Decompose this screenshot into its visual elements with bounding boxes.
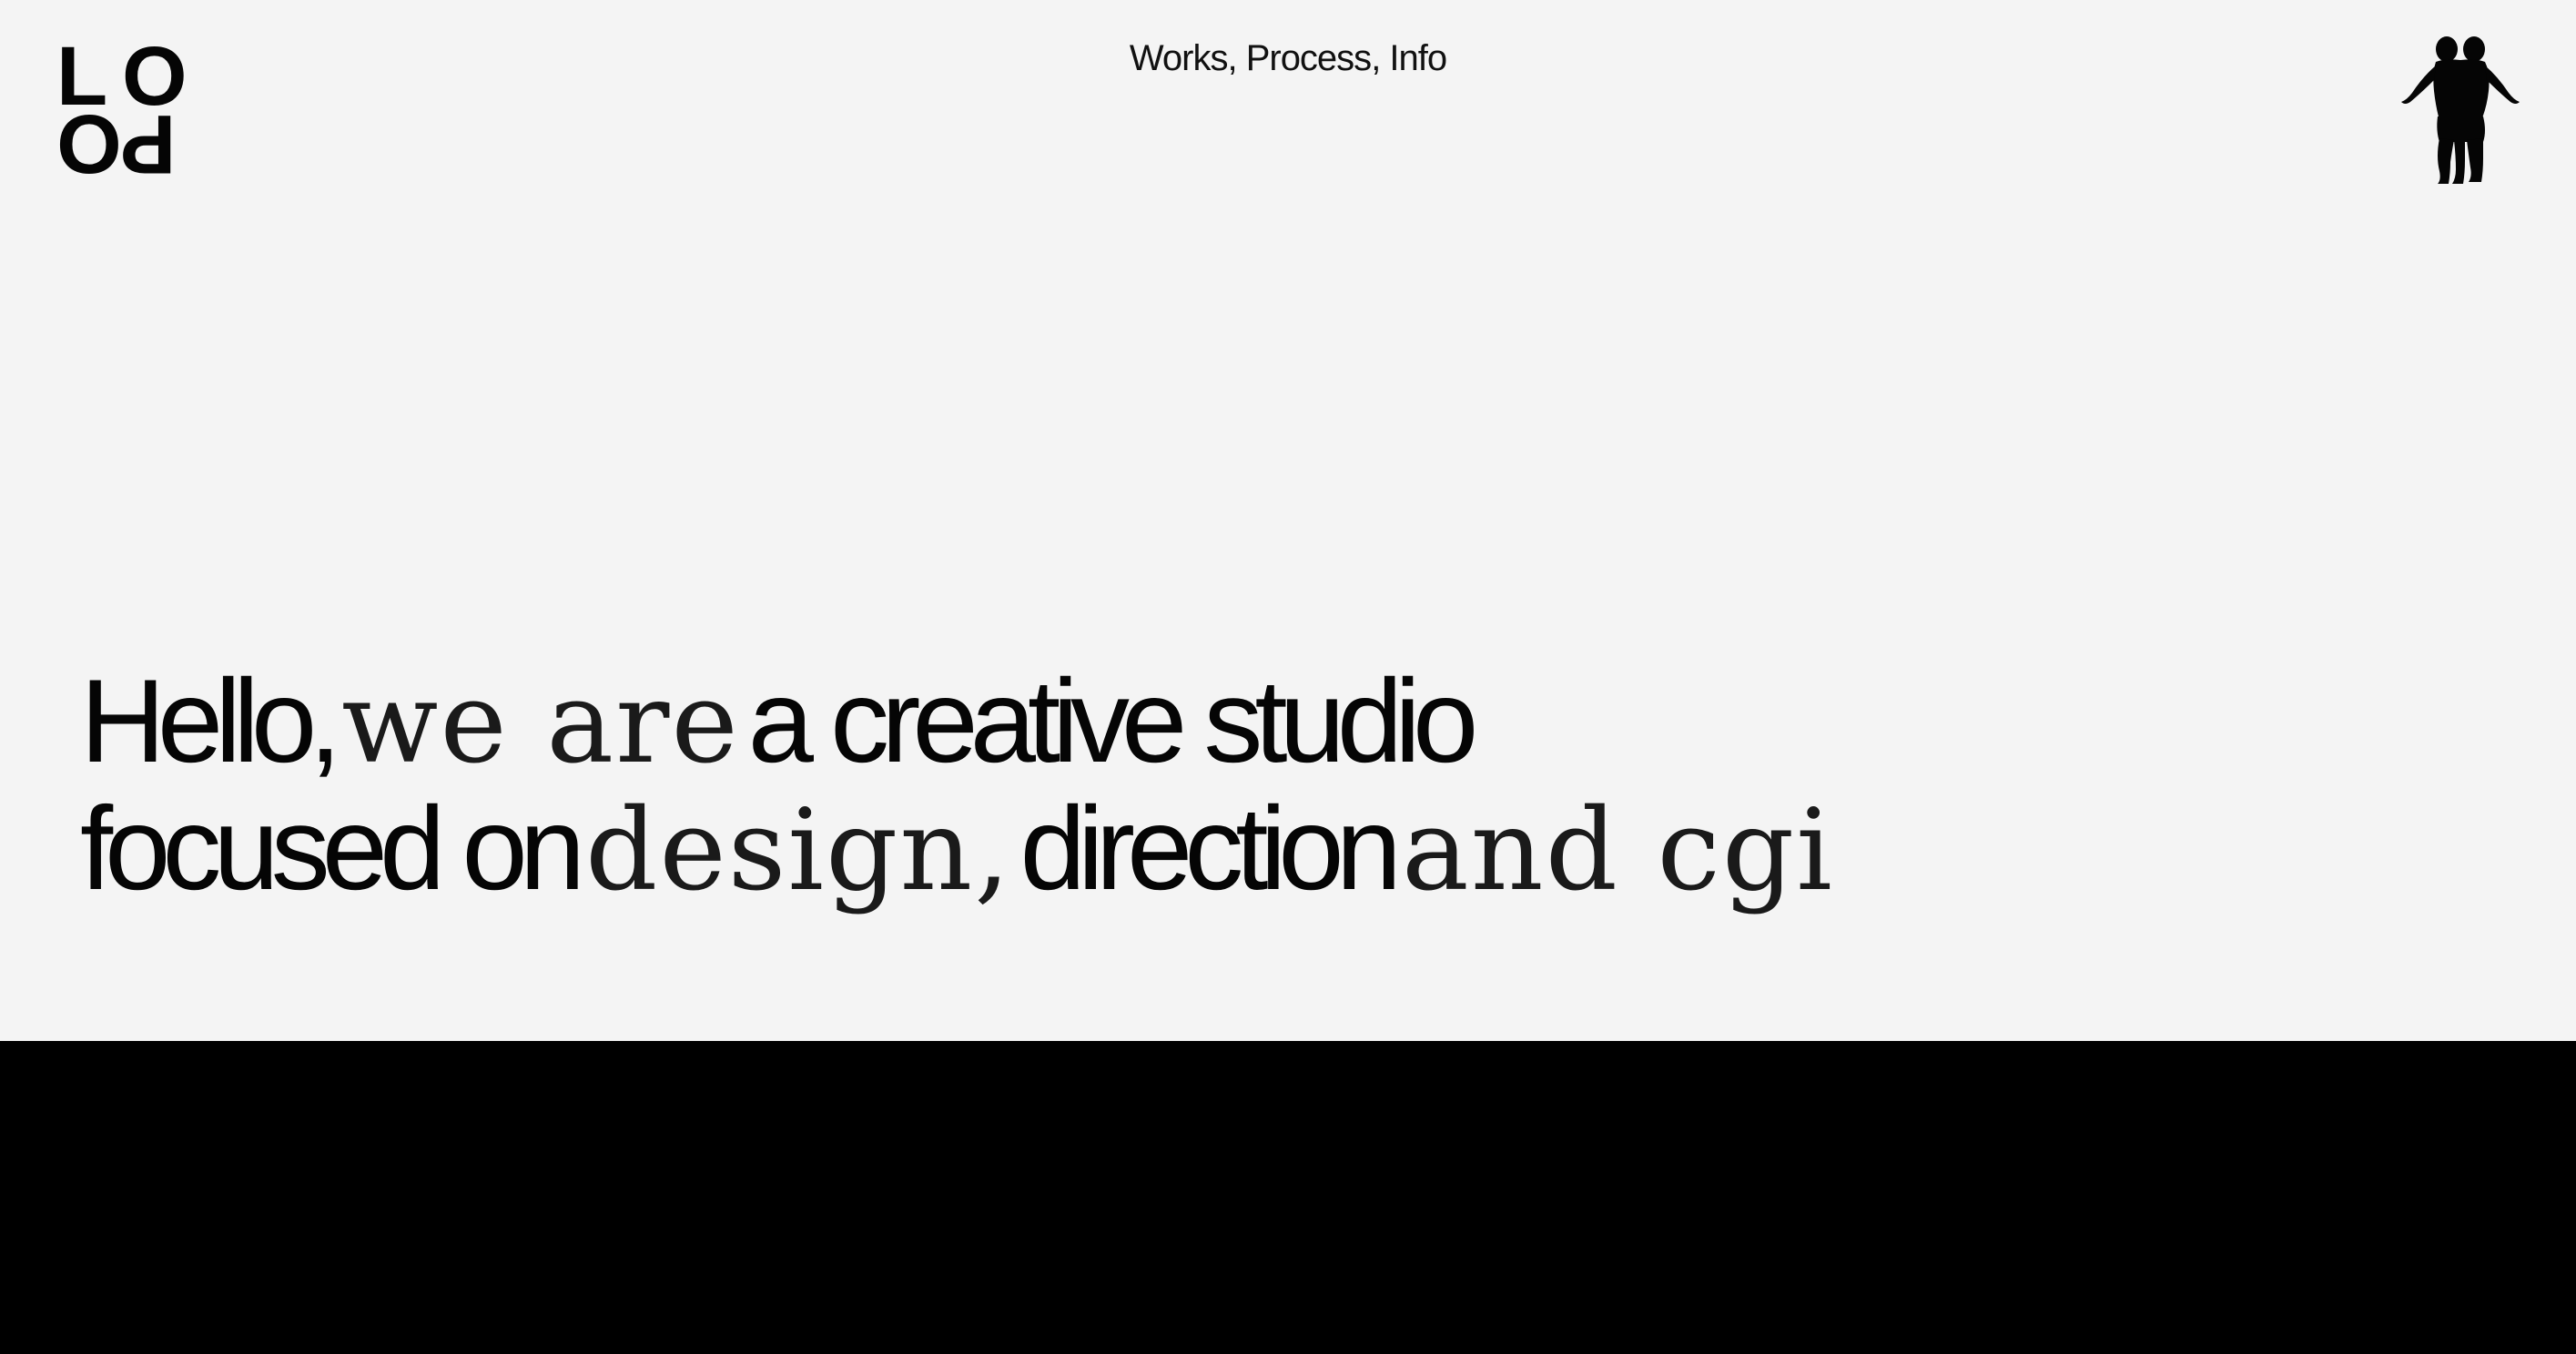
logo-letter-p-rotated: P [120, 97, 177, 190]
nav-separator: , [1371, 38, 1390, 78]
twin-figure-icon[interactable] [2399, 36, 2523, 187]
logo-letter-o-rotated: O [56, 97, 122, 190]
hero-headline: Hello, we are a creative studio focused … [80, 654, 2174, 914]
nav-works[interactable]: Works [1130, 38, 1229, 78]
hero-creative-studio: a creative studio [747, 654, 1479, 787]
hero-line-1: Hello, we are a creative studio [80, 654, 2174, 787]
hero-and-cgi: and cgi [1401, 785, 1834, 916]
hero-design: design, [584, 785, 1012, 916]
nav-info[interactable]: Info [1389, 38, 1447, 78]
hero-serif-phrase: we are [341, 658, 740, 789]
hero-direction: direction [1019, 782, 1402, 914]
dark-section [0, 1041, 2576, 1354]
hero-line-2: focused on design, direction and cgi [80, 782, 2174, 914]
hero-greeting: Hello, [80, 654, 341, 787]
nav-separator: , [1227, 38, 1246, 78]
nav-process[interactable]: Process [1246, 38, 1372, 78]
hero-focused-on: focused on [80, 782, 585, 914]
main-nav: Works, Process, Info [0, 33, 2576, 84]
